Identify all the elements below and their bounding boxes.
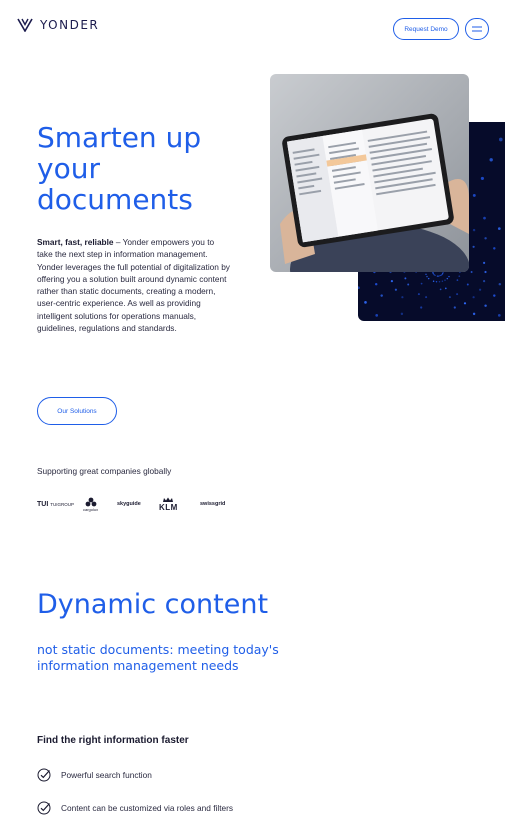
decorative-dot [470, 271, 473, 273]
decorative-dot [375, 314, 379, 317]
decorative-dot [483, 280, 486, 283]
client-logo-skyguide: skyguide [117, 494, 141, 514]
swissgrid-name: swissgrid [200, 501, 226, 507]
feature-item: Powerful search function [37, 768, 261, 782]
decorative-dot [420, 282, 423, 285]
feature-label: Powerful search function [61, 770, 152, 780]
hero-lead-bold: Smart, fast, reliable [37, 237, 114, 247]
dynamic-content-title: Dynamic content [37, 589, 269, 620]
check-circle-icon [37, 801, 51, 815]
decorative-dot [436, 275, 439, 277]
decorative-dot [444, 287, 447, 290]
decorative-dot [480, 176, 484, 180]
decorative-dot [374, 282, 378, 286]
hamburger-icon [472, 26, 482, 32]
decorative-dot [489, 158, 493, 162]
tui-name: TUIGROUP [50, 501, 75, 507]
decorative-dot [446, 277, 449, 280]
decorative-dot [484, 304, 487, 307]
decorative-dot [425, 296, 428, 299]
decorative-dot [498, 282, 502, 286]
decorative-dot [458, 275, 461, 278]
decorative-dot [472, 193, 476, 197]
decorative-dot [463, 302, 467, 305]
client-logo-klm: KLM [159, 494, 178, 514]
decorative-dot [466, 283, 469, 286]
decorative-dot [497, 314, 501, 317]
decorative-dot [484, 270, 487, 274]
decorative-dot [438, 281, 441, 283]
decorative-dot [404, 277, 407, 280]
decorative-dot [441, 280, 444, 283]
decorative-dot [472, 228, 476, 232]
decorative-dot [426, 275, 428, 278]
yonder-logo-icon [17, 18, 33, 32]
decorative-dot [472, 312, 476, 316]
decorative-dot [437, 275, 440, 277]
decorative-dot [435, 281, 438, 283]
skyguide-name: skyguide [117, 501, 141, 507]
feature-label: Content can be customized via roles and … [61, 803, 234, 813]
decorative-dot [394, 288, 397, 291]
decorative-dot [472, 245, 475, 248]
feature-item: Content can be customized via roles and … [37, 801, 261, 815]
decorative-dot [401, 296, 404, 299]
decorative-dot [439, 275, 441, 277]
decorative-dot [390, 280, 393, 283]
decorative-dot [498, 137, 503, 142]
decorative-dot [479, 288, 482, 291]
features-heading: Find the right information faster [37, 735, 189, 746]
decorative-dot [440, 274, 442, 277]
decorative-dot [358, 286, 360, 290]
decorative-dot [427, 277, 430, 280]
decorative-dot [497, 227, 501, 230]
yonder-logo[interactable]: YONDER [17, 18, 99, 32]
client-logo-tui: TUI TUIGROUP [37, 494, 74, 514]
decorative-dot [456, 279, 459, 281]
decorative-dot [484, 237, 487, 240]
decorative-dot [432, 280, 435, 283]
decorative-dot [493, 247, 496, 250]
decorative-dot [483, 261, 486, 264]
klm-name: KLM [159, 502, 178, 512]
cargolux-mark-icon [85, 497, 96, 506]
decorative-dot [456, 293, 459, 296]
decorative-dot [483, 216, 486, 220]
hero-tablet-image [270, 74, 469, 272]
hero-description: Smart, fast, reliable – Yonder empowers … [37, 236, 232, 334]
decorative-dot [444, 279, 446, 281]
dynamic-content-subtitle: not static documents: meeting today's in… [37, 642, 279, 673]
decorative-dot [448, 296, 451, 299]
decorative-dot [417, 293, 420, 296]
menu-button[interactable] [465, 18, 489, 40]
tui-mark: TUI [37, 500, 49, 508]
check-circle-icon [37, 768, 51, 782]
brand-name: YONDER [40, 18, 100, 32]
decorative-dot [380, 294, 383, 297]
site-header: YONDER Request Demo [0, 0, 505, 58]
request-demo-button[interactable]: Request Demo [393, 18, 459, 40]
decorative-dot [439, 288, 442, 291]
decorative-dot [420, 306, 423, 309]
our-solutions-button[interactable]: Our Solutions [37, 397, 117, 425]
decorative-dot [407, 283, 410, 286]
hero-lead-text: – Yonder empowers you to take the next s… [37, 237, 230, 334]
decorative-dot [448, 275, 450, 278]
decorative-dot [453, 306, 456, 309]
decorative-dot [400, 312, 404, 316]
decorative-dot [425, 273, 427, 276]
client-logo-swissgrid: swissgrid [200, 494, 225, 514]
clients-heading: Supporting great companies globally [37, 466, 172, 476]
hero-title: Smarten up your documents [37, 121, 202, 216]
decorative-dot [364, 301, 367, 304]
decorative-dot [493, 294, 496, 297]
client-logo-cargolux: cargolux [83, 494, 98, 514]
cargolux-name: cargolux [83, 506, 99, 512]
decorative-dot [472, 296, 475, 299]
